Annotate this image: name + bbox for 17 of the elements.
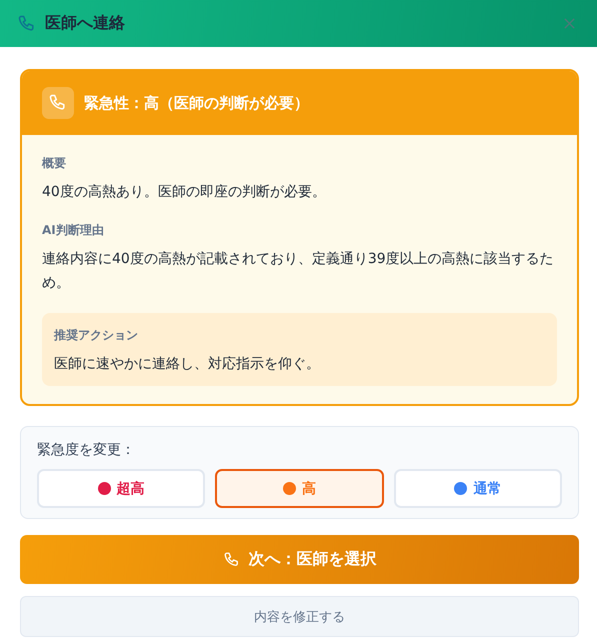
section-label: AI判断理由	[42, 222, 105, 239]
section-label: 概要	[42, 155, 67, 172]
urgency-title: 緊急性：高（医師の判断が必要）	[84, 94, 309, 112]
recommendation-text: 医師に速やかに連絡し、対応指示を仰ぐ。	[54, 355, 321, 374]
close-icon[interactable]	[563, 17, 576, 30]
dialog-title: 医師へ連絡	[45, 13, 125, 34]
change-urgency-label: 緊急度を変更：	[37, 441, 136, 459]
phone-icon	[42, 87, 74, 119]
urgency-option[interactable]: 通常	[394, 469, 562, 508]
next-button[interactable]: 次へ：医師を選択	[20, 535, 579, 584]
section-text: 40度の高熱あり。医師の即座の判断が必要。	[42, 183, 327, 202]
edit-button[interactable]: 内容を修正する	[20, 596, 579, 637]
recommendation-label: 推奨アクション	[54, 327, 139, 344]
section-text: 連絡内容に40度の高熱が記載されており、定義通り39度以上の高熱に該当するため。	[42, 250, 555, 293]
urgency-option[interactable]: 超高	[37, 469, 206, 508]
phone-icon	[222, 550, 240, 568]
urgency-option[interactable]: 高	[215, 469, 384, 508]
